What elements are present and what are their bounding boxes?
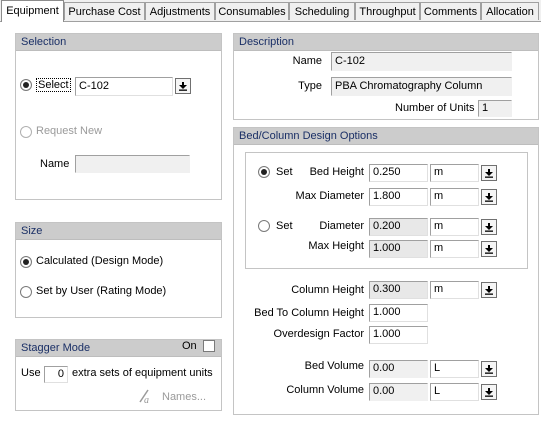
selection-group: Selection [15,33,222,200]
max-diameter-unit[interactable]: m [430,188,479,206]
bed-height-unit-dropdown[interactable] [481,165,497,181]
selection-header: Selection [16,34,221,51]
desc-name-label: Name [292,55,322,67]
calculated-label: Calculated (Design Mode) [36,255,164,267]
arrow-down-icon [485,223,493,232]
names-button[interactable]: Names... [162,391,206,403]
select-radio[interactable] [20,79,32,91]
max-height-label: Max Height [308,240,364,252]
arrow-down-icon [485,193,493,202]
overdesign-field[interactable]: 1.000 [369,326,428,344]
select-equipment-field[interactable]: C-102 [75,77,173,96]
bed-volume-label: Bed Volume [304,360,364,372]
arrow-down-icon [485,169,493,178]
column-volume-unit[interactable]: L [430,383,479,401]
column-height-unit-dropdown[interactable] [481,282,497,298]
stagger-on-checkbox[interactable] [203,340,215,352]
desc-name-field: C-102 [331,52,512,71]
names-edit-icon: a [137,388,153,406]
bed-volume-field: 0.00 [369,360,428,378]
size-header: Size [16,223,221,240]
arrow-down-icon [485,245,493,254]
max-diameter-unit-dropdown[interactable] [481,189,497,205]
column-height-label: Column Height [291,284,364,296]
bed-height-label: Bed Height [309,166,364,178]
tab-consumables[interactable]: Consumables [215,2,289,20]
tab-throughput[interactable]: Throughput [355,2,420,20]
size-group: Size [15,222,222,318]
request-new-label: Request New [36,125,103,137]
tab-adjustments[interactable]: Adjustments [145,2,215,20]
column-volume-label: Column Volume [286,384,364,396]
new-name-field[interactable] [75,155,190,173]
tab-equipment[interactable]: Equipment [1,0,64,22]
description-header: Description [234,34,538,51]
select-label: Select [36,78,71,92]
bed-to-column-label: Bed To Column Height [254,307,364,319]
overdesign-label: Overdesign Factor [273,328,364,340]
set-by-user-radio[interactable] [20,286,32,298]
units-label: Number of Units [395,102,475,114]
bed-height-field[interactable]: 0.250 [369,164,428,182]
column-volume-unit-dropdown[interactable] [481,384,497,400]
column-volume-field: 0.00 [369,383,428,401]
diameter-unit[interactable]: m [430,218,479,236]
stagger-title: Stagger Mode [21,342,91,354]
units-field: 1 [478,100,512,117]
tab-comments[interactable]: Comments [420,2,481,20]
bed-column-header: Bed/Column Design Options [234,128,538,145]
max-height-field[interactable]: 1.000 [369,240,428,258]
column-height-field[interactable]: 0.300 [369,281,428,299]
extra-sets-label: extra sets of equipment units [72,367,213,379]
desc-type-field: PBA Chromatography Column [331,77,512,96]
bed-volume-unit[interactable]: L [430,360,479,378]
arrow-down-icon [485,365,493,374]
desc-type-label: Type [298,80,322,92]
calculated-radio[interactable] [20,256,32,268]
max-diameter-field[interactable]: 1.800 [369,188,428,206]
column-height-unit[interactable]: m [430,281,479,299]
max-height-unit-dropdown[interactable] [481,241,497,257]
arrow-down-icon [485,388,493,397]
tab-purchase-cost[interactable]: Purchase Cost [64,2,145,20]
use-label: Use [21,367,41,379]
select-dropdown-button[interactable] [175,78,191,94]
arrow-down-icon [485,286,493,295]
arrow-down-icon [179,82,187,91]
max-diameter-label: Max Diameter [295,190,364,202]
set-by-user-label: Set by User (Rating Mode) [36,285,167,297]
extra-sets-field[interactable]: 0 [44,366,68,383]
stagger-on-label: On [182,340,197,352]
bed-to-column-field[interactable]: 1.000 [369,304,428,322]
bed-height-unit[interactable]: m [430,164,479,182]
diameter-field[interactable]: 0.200 [369,218,428,236]
new-name-label: Name [40,158,70,170]
request-new-radio[interactable] [20,126,32,138]
bed-volume-unit-dropdown[interactable] [481,361,497,377]
tab-scheduling[interactable]: Scheduling [289,2,355,20]
tab-allocation[interactable]: Allocation [481,2,539,20]
set-diameter-radio[interactable] [258,220,270,232]
tab-strip: Equipment Purchase Cost Adjustments Cons… [0,0,541,22]
diameter-label: Diameter [319,220,364,232]
max-height-unit[interactable]: m [430,240,479,258]
svg-text:a: a [144,395,149,404]
set-bed-height-radio[interactable] [258,166,270,178]
diameter-unit-dropdown[interactable] [481,219,497,235]
